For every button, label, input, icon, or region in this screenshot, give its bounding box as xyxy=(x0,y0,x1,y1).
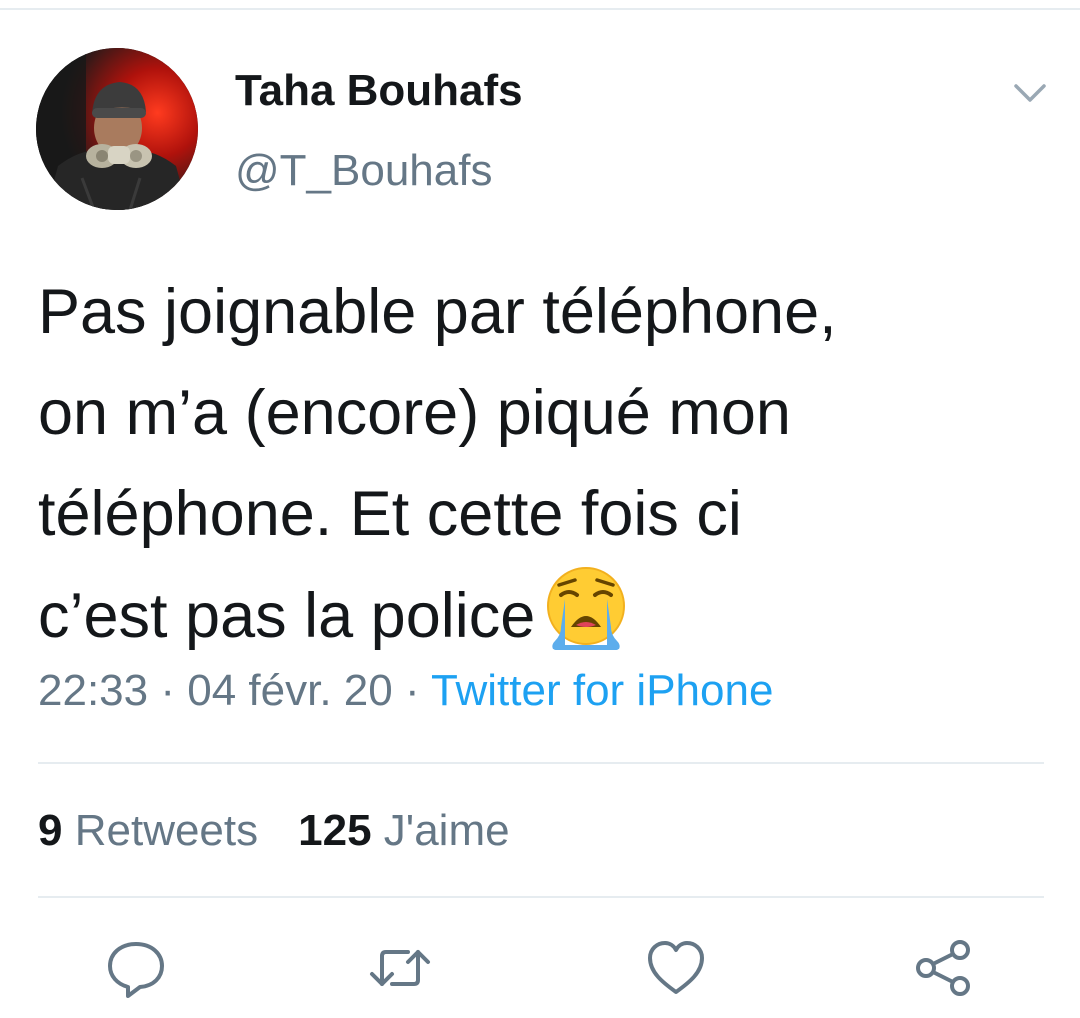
tweet-text-line: téléphone. Et cette fois ci xyxy=(38,479,742,549)
tweet-text-line: on m’a (encore) piqué mon xyxy=(38,378,791,448)
loudly-crying-face-icon xyxy=(543,565,629,651)
tweet-time[interactable]: 22:33 xyxy=(38,666,148,715)
reply-icon[interactable] xyxy=(104,936,168,1000)
divider xyxy=(38,762,1044,764)
author-display-name[interactable]: Taha Bouhafs xyxy=(235,66,523,116)
retweets-stat[interactable]: 9 Retweets xyxy=(38,806,258,855)
top-divider xyxy=(0,8,1080,10)
likes-stat[interactable]: 125 J'aime xyxy=(298,806,509,855)
tweet-date[interactable]: 04 févr. 20 xyxy=(187,666,392,715)
author-handle[interactable]: @T_Bouhafs xyxy=(235,146,492,196)
tweet-meta: 22:33 · 04 févr. 20 · Twitter for iPhone xyxy=(38,666,773,716)
retweets-count: 9 xyxy=(38,806,63,855)
share-icon[interactable] xyxy=(912,936,976,1000)
tweet-text-line: c’est pas la police xyxy=(38,581,536,651)
retweets-label: Retweets xyxy=(74,806,259,855)
tweet-text-line-last: c’est pas la police xyxy=(38,565,1038,667)
like-icon[interactable] xyxy=(644,936,708,1000)
tweet-stats: 9 Retweets 125 J'aime xyxy=(38,806,510,856)
meta-separator: · xyxy=(404,666,420,715)
tweet-source-link[interactable]: Twitter for iPhone xyxy=(431,666,773,715)
tweet-text-line: Pas joignable par téléphone, xyxy=(38,277,837,347)
retweet-icon[interactable] xyxy=(368,936,432,1000)
meta-separator: · xyxy=(160,666,175,715)
likes-label: J'aime xyxy=(383,806,510,855)
divider xyxy=(38,896,1044,898)
chevron-down-icon[interactable] xyxy=(1012,78,1048,108)
likes-count: 125 xyxy=(298,806,372,855)
tweet-text: Pas joignable par téléphone, on m’a (enc… xyxy=(38,262,1038,667)
avatar[interactable] xyxy=(36,48,198,210)
